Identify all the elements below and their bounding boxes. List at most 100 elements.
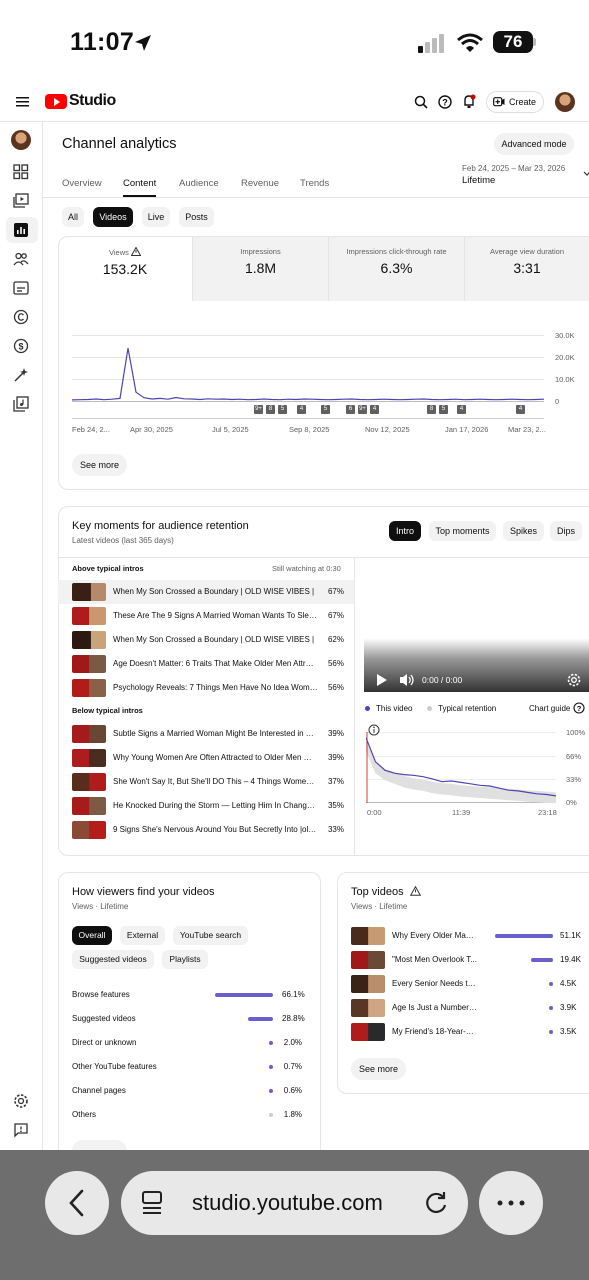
video-marker[interactable]: 4 [370,405,379,414]
chip-suggested-videos[interactable]: Suggested videos [72,950,154,969]
advanced-mode-button[interactable]: Advanced mode [494,133,574,155]
video-marker[interactable]: 4 [297,405,306,414]
video-thumbnail[interactable] [351,927,385,945]
x-tick-label: Mar 23, 2... [508,425,546,434]
reader-icon[interactable] [141,1190,165,1216]
video-marker[interactable]: 9+ [254,405,263,414]
video-thumbnail[interactable] [351,951,385,969]
create-button[interactable]: Create [486,91,544,113]
chip-overall[interactable]: Overall [72,926,112,945]
metric-avg-duration[interactable]: Average view duration 3:31 [465,237,589,301]
notifications-icon[interactable] [462,94,476,109]
community-icon[interactable] [13,251,29,267]
play-icon[interactable] [376,674,388,686]
list-item[interactable]: Age Doesn't Matter: 6 Traits That Make O… [58,652,354,676]
video-thumbnail[interactable] [351,999,385,1017]
metric-impressions[interactable]: Impressions 1.8M [193,237,329,301]
chip-external[interactable]: External [120,926,165,945]
tab-audience[interactable]: Audience [179,178,219,189]
list-item[interactable]: These Are The 9 Signs A Married Woman Wa… [58,604,354,628]
video-marker[interactable]: 5 [278,405,287,414]
more-button[interactable] [479,1171,543,1235]
date-period[interactable]: Lifetime [462,175,495,186]
chip-playlists[interactable]: Playlists [162,950,208,969]
video-marker[interactable]: 5 [439,405,448,414]
tab-revenue[interactable]: Revenue [241,178,279,189]
top-videos-see-more-button[interactable]: See more [351,1058,406,1080]
see-more-button[interactable]: See more [72,454,127,476]
metric-views[interactable]: Views 153.2K [58,237,193,301]
video-marker[interactable]: 4 [457,405,466,414]
earn-icon[interactable]: $ [13,338,29,354]
content-icon[interactable] [13,193,29,209]
tab-content[interactable]: Content [123,178,156,189]
list-item[interactable]: Subtle Signs a Married Woman Might Be In… [58,722,354,746]
back-button[interactable] [45,1171,109,1235]
subtitles-icon[interactable] [13,280,29,296]
reload-icon[interactable] [423,1190,449,1216]
customization-icon[interactable] [13,367,29,383]
volume-icon[interactable] [399,673,415,687]
video-marker[interactable]: 6 [346,405,355,414]
list-item[interactable]: Why Young Women Are Often Attracted to O… [58,746,354,770]
player-settings-icon[interactable] [567,673,581,687]
search-icon[interactable] [414,95,428,109]
video-title: Why Young Women Are Often Attracted to O… [113,753,318,762]
video-marker[interactable]: 5 [321,405,330,414]
intro-button[interactable]: Intro [389,521,421,541]
video-thumbnail[interactable] [351,1023,385,1041]
video-marker[interactable]: 8 [427,405,436,414]
dashboard-icon[interactable] [13,164,29,180]
video-title: 9 Signs She's Nervous Around You But Sec… [113,825,318,834]
chip-posts[interactable]: Posts [179,207,214,227]
list-item[interactable]: He Knocked During the Storm — Letting Hi… [58,794,354,818]
menu-icon[interactable] [16,96,30,108]
info-icon[interactable] [368,724,380,736]
chip-videos[interactable]: Videos [93,207,133,227]
settings-icon[interactable] [13,1093,29,1109]
video-thumbnail[interactable] [351,975,385,993]
chip-youtube-search[interactable]: YouTube search [173,926,248,945]
chevron-down-icon[interactable] [583,170,589,178]
spikes-button[interactable]: Spikes [503,521,544,541]
channel-avatar[interactable] [11,130,31,150]
top-video-dot [549,1030,553,1034]
video-marker[interactable]: 9+ [358,405,367,414]
tab-overview[interactable]: Overview [62,178,102,189]
top-video-title[interactable]: Why Every Older Man ... [392,931,477,940]
create-video-icon [493,97,505,107]
help-icon[interactable]: ? [438,95,452,109]
account-avatar[interactable] [555,92,575,112]
top-video-title[interactable]: Every Senior Needs to ... [392,979,477,988]
video-player[interactable] [364,558,589,692]
video-marker[interactable]: 4 [516,405,525,414]
dips-button[interactable]: Dips [550,521,582,541]
video-thumbnail [72,631,106,649]
top-moments-button[interactable]: Top moments [429,521,496,541]
tab-trends[interactable]: Trends [300,178,329,189]
list-item[interactable]: 9 Signs She's Nervous Around You But Sec… [58,818,354,842]
date-range[interactable]: Feb 24, 2025 – Mar 23, 2026 [462,164,565,173]
chip-all[interactable]: All [62,207,84,227]
battery-indicator: 76 [493,31,533,53]
chip-live[interactable]: Live [142,207,170,227]
top-video-title[interactable]: My Friend's 18-Year-Ol... [392,1027,477,1036]
top-video-title[interactable]: Age Is Just a Number: ... [392,1003,477,1012]
create-label: Create [509,97,537,107]
metric-ctr[interactable]: Impressions click-through rate 6.3% [329,237,465,301]
video-marker[interactable]: 8 [266,405,275,414]
top-video-title[interactable]: "Most Men Overlook T... [392,955,477,964]
audio-library-icon[interactable] [13,396,29,412]
list-item[interactable]: She Won't Say It, But She'll DO This – 4… [58,770,354,794]
x-tick-label: Sep 8, 2025 [289,425,330,434]
feedback-icon[interactable] [13,1122,29,1138]
traffic-source-bar [248,1017,273,1021]
list-item[interactable]: Psychology Reveals: 7 Things Men Have No… [58,676,354,700]
analytics-icon[interactable] [13,222,29,238]
list-item[interactable]: When My Son Crossed a Boundary | OLD WIS… [58,628,354,652]
help-icon[interactable]: ? [573,702,585,714]
chart-guide-link[interactable]: Chart guide [529,704,570,713]
list-item[interactable]: When My Son Crossed a Boundary | OLD WIS… [58,580,354,604]
copyright-icon[interactable] [13,309,29,325]
top-video-bar [495,934,553,938]
